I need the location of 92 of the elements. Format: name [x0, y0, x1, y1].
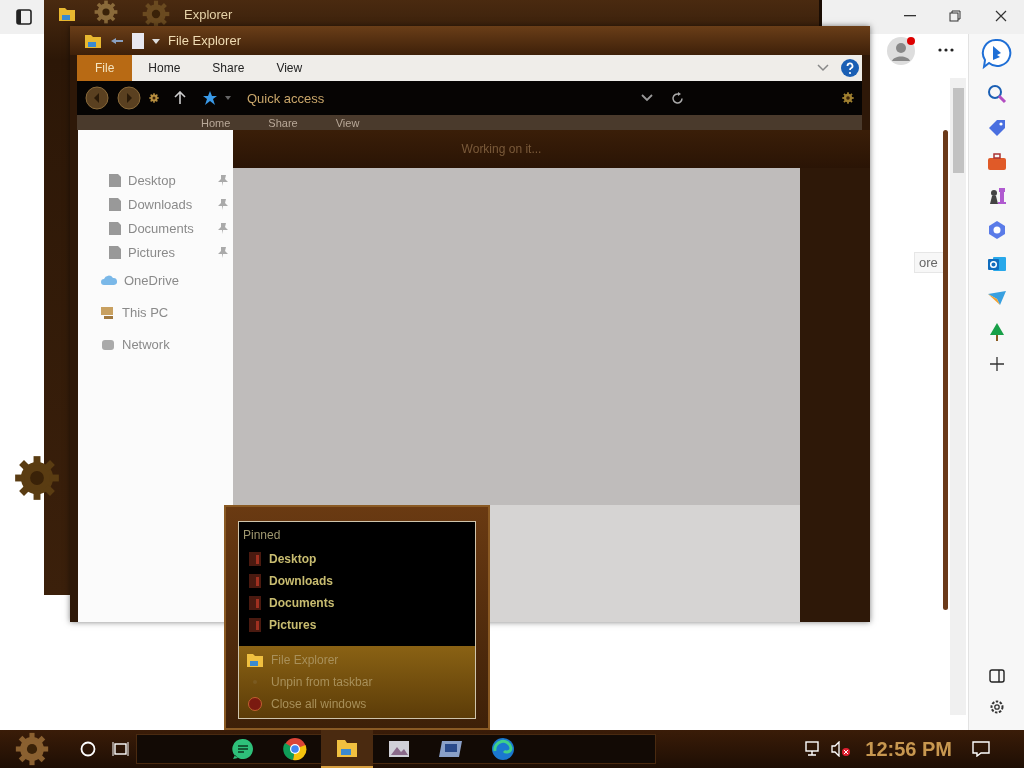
ribbon-tab[interactable]: File [77, 55, 133, 81]
profile-avatar-icon[interactable] [886, 36, 916, 66]
jump-list-task[interactable]: Unpin from taskbar [239, 671, 475, 693]
paper-plane-icon[interactable] [986, 288, 1007, 308]
folder-icon [84, 32, 102, 49]
section-heading: Pinned [242, 527, 282, 544]
restore-icon[interactable] [949, 10, 961, 22]
chat-icon [232, 738, 254, 760]
nav-label: This PC [122, 304, 170, 320]
folder-icon [108, 244, 122, 260]
window-title: File Explorer [168, 33, 241, 48]
jump-list-item[interactable]: Pictures [239, 614, 475, 636]
gear-icon [842, 92, 854, 104]
star-icon [203, 91, 217, 105]
sidebar-toggle-icon[interactable] [988, 668, 1005, 684]
nav-item[interactable]: OneDrive [78, 264, 233, 296]
folder-icon [58, 6, 76, 22]
nav-item[interactable]: Network [78, 328, 233, 360]
browser-ball-icon [283, 737, 307, 761]
gear-icon [149, 93, 159, 103]
folder-icon [249, 618, 261, 632]
start-button-icon [15, 732, 49, 766]
jump-list-item[interactable]: Downloads [239, 570, 475, 592]
ring-logo-icon[interactable] [986, 220, 1007, 240]
nav-label: Desktop [128, 172, 177, 188]
folder-icon [249, 596, 261, 610]
monitor-icon [439, 740, 463, 758]
computer-icon [100, 304, 116, 320]
nav-label: Downloads [128, 196, 194, 212]
nav-item[interactable]: Pictures [78, 240, 233, 264]
task-view-icon[interactable] [112, 741, 130, 757]
folder-icon [108, 196, 122, 212]
page-icon[interactable] [132, 32, 144, 49]
folder-icon [249, 574, 261, 588]
nav-label: Pictures [128, 244, 176, 260]
jump-list-task[interactable]: Close all windows [239, 693, 475, 715]
folder-icon [108, 172, 122, 188]
nav-label: OneDrive [124, 272, 180, 288]
notification-icon[interactable] [972, 741, 990, 757]
toolbox-icon[interactable] [986, 152, 1007, 172]
volume-muted-icon[interactable] [831, 741, 852, 757]
close-icon[interactable] [995, 10, 1007, 22]
forward-button-icon[interactable] [117, 86, 141, 110]
taskbar-app-icon[interactable] [321, 730, 373, 768]
nav-item[interactable]: This PC [78, 296, 233, 328]
clock-time[interactable]: 12:56 PM [865, 737, 952, 761]
folder-icon [247, 653, 263, 667]
close-icon [247, 697, 263, 711]
ribbon-tab[interactable]: Share [196, 55, 261, 81]
chevron-down-icon[interactable] [641, 94, 653, 102]
address-text[interactable]: Quick access [247, 90, 325, 106]
ribbon-tab[interactable]: View [260, 55, 319, 81]
jump-list-item[interactable]: Documents [239, 592, 475, 614]
ribbon-label: Home [201, 116, 231, 129]
minimize-icon[interactable] [904, 15, 916, 17]
gear-icon [14, 455, 60, 501]
scrollbar-thumb[interactable] [953, 88, 964, 173]
mail-app-icon[interactable] [986, 254, 1007, 274]
add-icon[interactable] [988, 356, 1005, 372]
page-text: ore [914, 252, 945, 273]
nav-item[interactable]: Downloads [78, 192, 233, 216]
ribbon-tab[interactable]: Home [132, 55, 197, 81]
window-title: Explorer [184, 7, 233, 22]
folder-icon [336, 738, 358, 758]
search-icon[interactable] [986, 84, 1007, 104]
jump-list-item[interactable]: Desktop [239, 548, 475, 570]
nav-label: Network [122, 336, 171, 352]
jump-list-task[interactable]: File Explorer [239, 649, 475, 671]
ribbon-label: View [335, 116, 360, 129]
search-circle-icon[interactable] [80, 741, 96, 757]
tab-actions-icon[interactable] [16, 9, 32, 25]
more-icon[interactable] [938, 48, 954, 52]
ribbon-label: Share [268, 116, 298, 129]
refresh-icon[interactable] [671, 91, 684, 105]
back-button-icon[interactable] [85, 86, 109, 110]
gear-icon [142, 0, 170, 28]
cloud-icon [100, 274, 118, 286]
photo-icon [388, 740, 410, 758]
up-arrow-icon[interactable] [173, 91, 187, 105]
help-icon[interactable] [841, 59, 859, 77]
nav-label: Documents [128, 220, 195, 236]
chevron-down-icon[interactable] [817, 64, 829, 72]
nav-item[interactable]: Desktop [78, 168, 233, 192]
nav-item[interactable]: Documents [78, 216, 233, 240]
folder-icon [108, 220, 122, 236]
folder-icon [249, 552, 261, 566]
scrollbar[interactable] [950, 78, 966, 715]
status-text: Working on it... [233, 130, 870, 168]
undo-icon[interactable] [110, 36, 124, 45]
wave-logo-icon [491, 737, 515, 761]
caret-icon[interactable] [152, 36, 160, 45]
chat-bubble-icon[interactable] [980, 38, 1013, 70]
